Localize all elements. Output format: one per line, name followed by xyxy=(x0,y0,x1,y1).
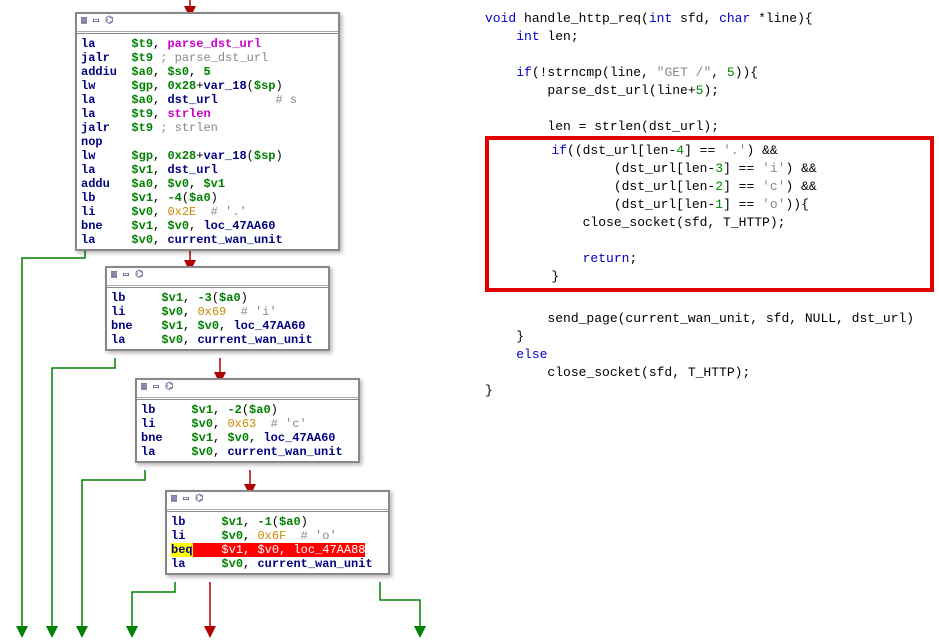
basic-block-2[interactable]: ▥ ▭ ⌬lb $v1, -3($a0)li $v0, 0x69 # 'i'bn… xyxy=(105,266,330,351)
basic-block-1[interactable]: ▥ ▭ ⌬la $t9, parse_dst_urljalr $t9 ; par… xyxy=(75,12,340,251)
c-source-view[interactable]: void handle_http_req(int sfd, char *line… xyxy=(485,10,934,400)
block-titlebar: ▥ ▭ ⌬ xyxy=(137,380,358,398)
highlighted-condition-block: if((dst_url[len-4] == '.') && (dst_url[l… xyxy=(485,136,934,292)
basic-block-4[interactable]: ▥ ▭ ⌬lb $v1, -1($a0)li $v0, 0x6F # 'o'be… xyxy=(165,490,390,575)
block-titlebar: ▥ ▭ ⌬ xyxy=(167,492,388,510)
disassembly-graph-pane[interactable]: ▥ ▭ ⌬la $t9, parse_dst_urljalr $t9 ; par… xyxy=(0,0,480,641)
decompiler-pane[interactable]: void handle_http_req(int sfd, char *line… xyxy=(480,0,939,641)
block-titlebar: ▥ ▭ ⌬ xyxy=(77,14,338,32)
block-titlebar: ▥ ▭ ⌬ xyxy=(107,268,328,286)
basic-block-3[interactable]: ▥ ▭ ⌬lb $v1, -2($a0)li $v0, 0x63 # 'c'bn… xyxy=(135,378,360,463)
